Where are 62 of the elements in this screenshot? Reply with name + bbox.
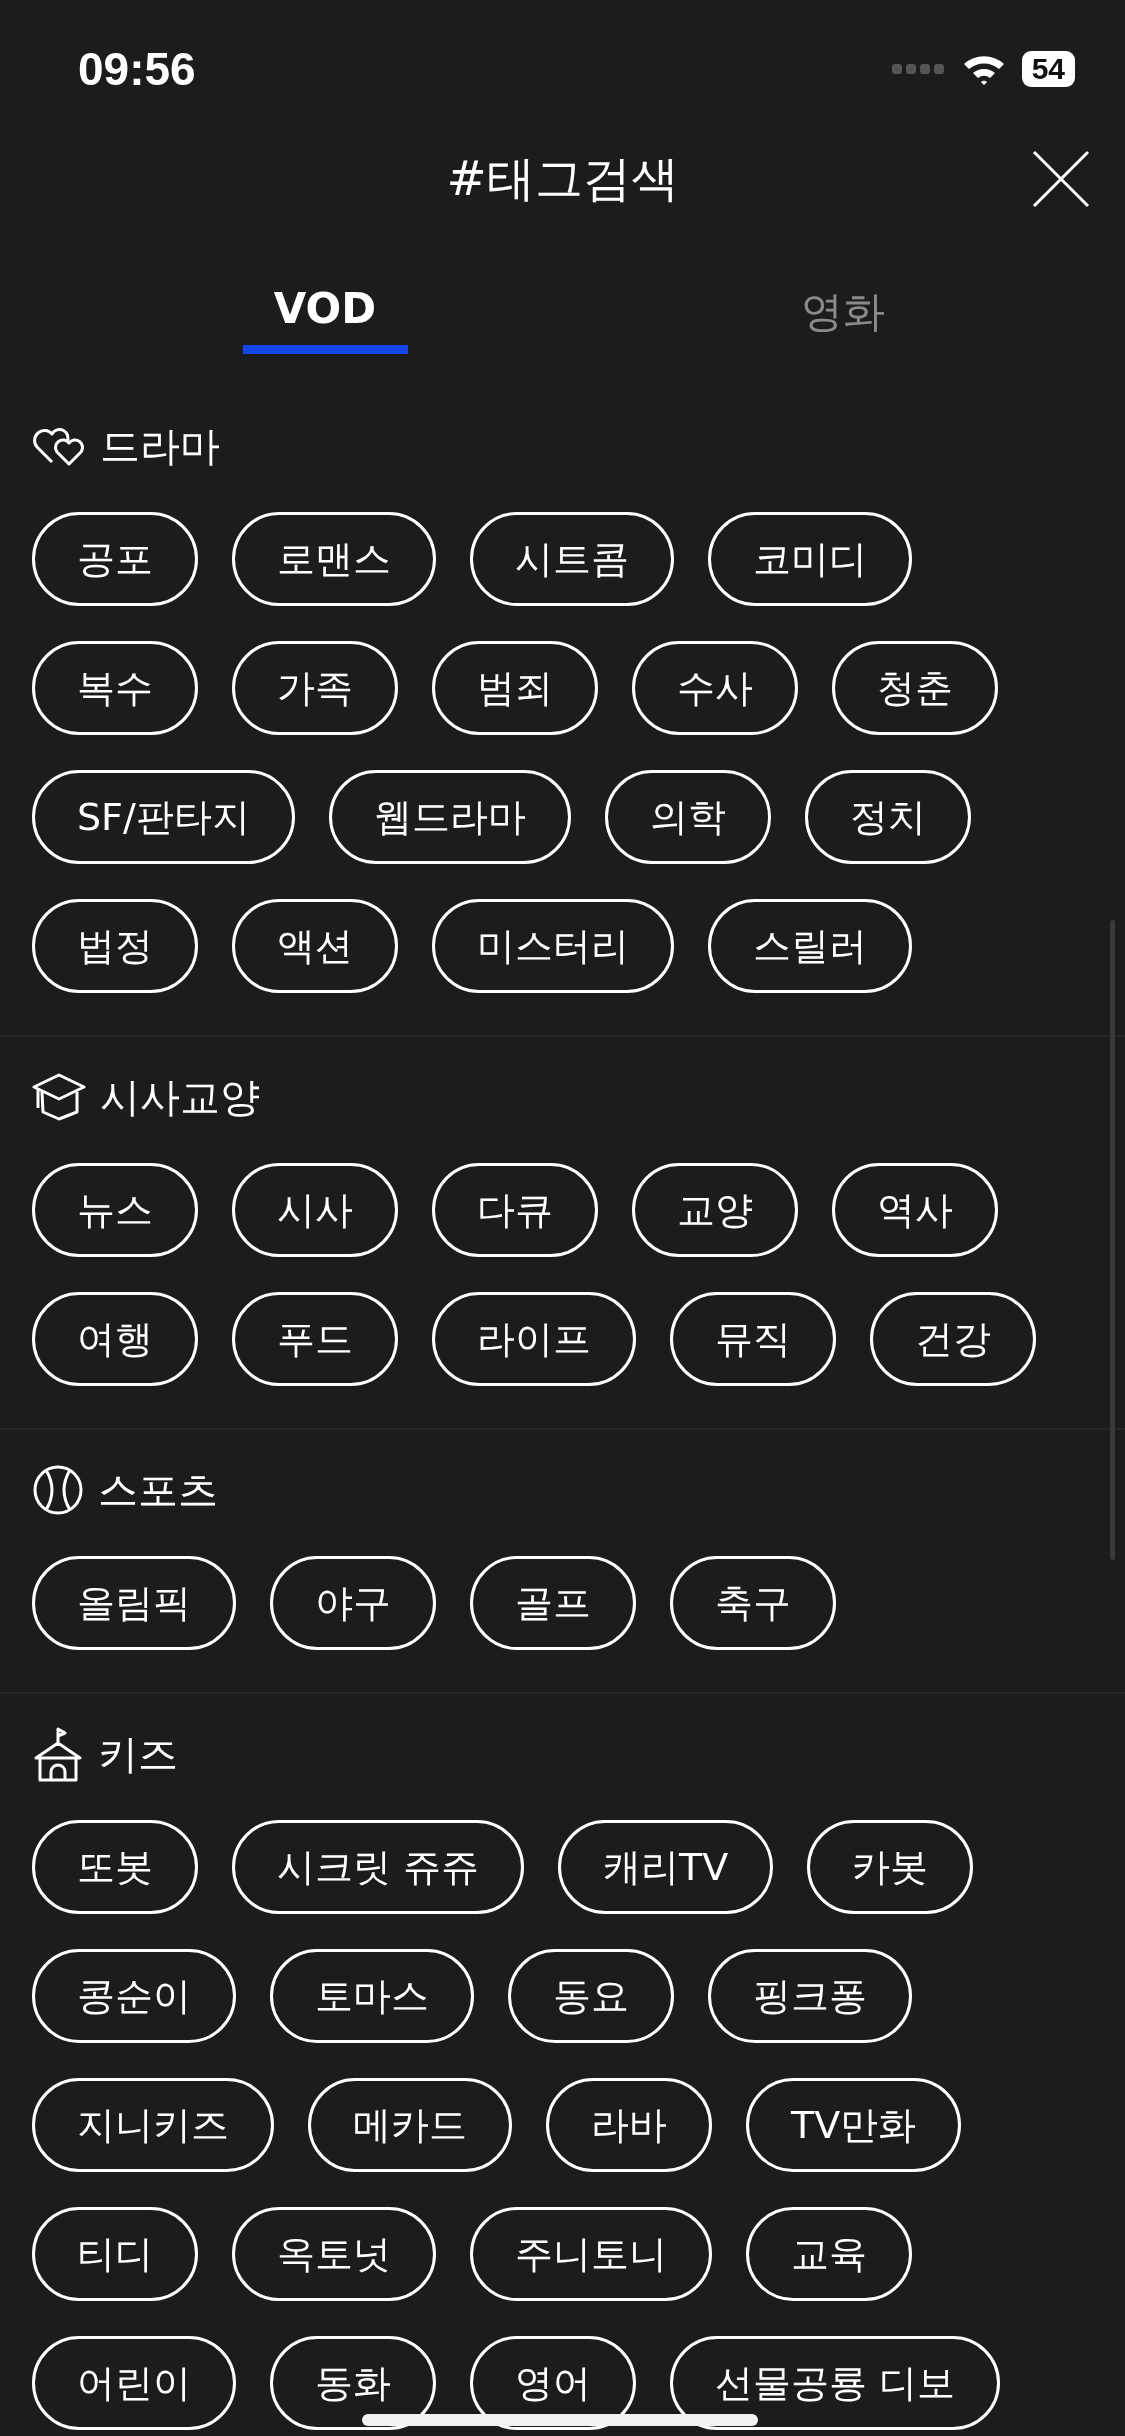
hearts-icon (32, 426, 86, 466)
tag-chip[interactable]: 시사 (232, 1163, 398, 1257)
tag-chip[interactable]: 수사 (632, 641, 798, 735)
section-title: 드라마 (100, 421, 220, 471)
tag-chip[interactable]: 푸드 (232, 1292, 398, 1386)
tag-chip[interactable]: 정치 (804, 770, 971, 864)
page-title: #태그검색 (446, 149, 679, 208)
tag-chip[interactable]: 코미디 (708, 512, 912, 606)
tag-chip[interactable]: 카봇 (807, 1820, 974, 1914)
status-time: 09:56 (78, 42, 196, 96)
tag-chip[interactable]: 티디 (32, 2207, 198, 2301)
tab[interactable]: 영화 (678, 274, 1008, 354)
tag-chip[interactable]: 축구 (670, 1556, 836, 1650)
tag-chip[interactable]: 역사 (832, 1163, 998, 1257)
tag-chip[interactable]: 콩순이 (32, 1949, 236, 2043)
tag-chip[interactable]: 액션 (232, 899, 398, 993)
baseball-icon (32, 1464, 84, 1516)
tag-chip[interactable]: 메카드 (308, 2078, 512, 2172)
tag-chip[interactable]: 올림픽 (32, 1556, 236, 1650)
tag-chip[interactable]: 로맨스 (232, 512, 436, 606)
tag-chip[interactable]: 교육 (746, 2207, 912, 2301)
section-title: 시사교양 (100, 1072, 260, 1122)
tag-chip[interactable]: 야구 (270, 1556, 436, 1650)
tag-chip[interactable]: 미스터리 (432, 899, 674, 993)
tag-chip[interactable]: 시트콤 (470, 512, 674, 606)
tag-chip[interactable]: 의학 (604, 770, 771, 864)
signal-icon (891, 64, 946, 74)
tag-chip[interactable]: 범죄 (432, 641, 598, 735)
tag-chip[interactable]: 법정 (32, 899, 198, 993)
tag-chip[interactable]: 캐리TV (558, 1820, 774, 1914)
tag-chip[interactable]: 동요 (508, 1949, 674, 2043)
tag-chip[interactable]: 복수 (32, 641, 198, 735)
tag-chip[interactable]: 토마스 (270, 1949, 474, 2043)
tag-chip[interactable]: 어린이 (32, 2336, 236, 2430)
tag-chip[interactable]: 스릴러 (708, 899, 912, 993)
graduation-cap-icon (32, 1072, 86, 1122)
tag-chip[interactable]: TV만화 (746, 2078, 962, 2172)
tag-chip[interactable]: 지니키즈 (32, 2078, 274, 2172)
tag-chip[interactable]: 공포 (32, 512, 198, 606)
tag-chip[interactable]: 주니토니 (470, 2207, 712, 2301)
tag-chip[interactable]: 다큐 (432, 1163, 598, 1257)
tag-chip[interactable]: 교양 (632, 1163, 798, 1257)
tag-chip[interactable]: 웹드라마 (328, 770, 571, 864)
tag-chip[interactable]: 청춘 (832, 641, 998, 735)
tag-chip[interactable]: 골프 (470, 1556, 636, 1650)
section-title: 스포츠 (98, 1465, 218, 1515)
tag-chip[interactable]: 건강 (870, 1292, 1036, 1386)
section-title: 키즈 (98, 1729, 178, 1779)
battery-indicator: 54 (1021, 51, 1075, 87)
tag-chip[interactable]: 시크릿 쥬쥬 (232, 1820, 525, 1914)
house-with-flag-icon (32, 1726, 84, 1782)
tag-chip[interactable]: 옥토넛 (232, 2207, 436, 2301)
tag-chip[interactable]: 라바 (546, 2078, 712, 2172)
tag-chip[interactable]: SF/판타지 (32, 770, 295, 864)
tag-chip[interactable]: 또봇 (32, 1820, 198, 1914)
tag-chip[interactable]: 여행 (32, 1292, 198, 1386)
tag-chip[interactable]: 가족 (232, 641, 398, 735)
tag-chip[interactable]: 뮤직 (670, 1292, 836, 1386)
tag-chip[interactable]: 라이프 (432, 1292, 636, 1386)
tag-chip[interactable]: 뉴스 (32, 1163, 198, 1257)
tag-chip[interactable]: 핑크퐁 (708, 1949, 912, 2043)
close-icon[interactable] (1032, 150, 1090, 208)
